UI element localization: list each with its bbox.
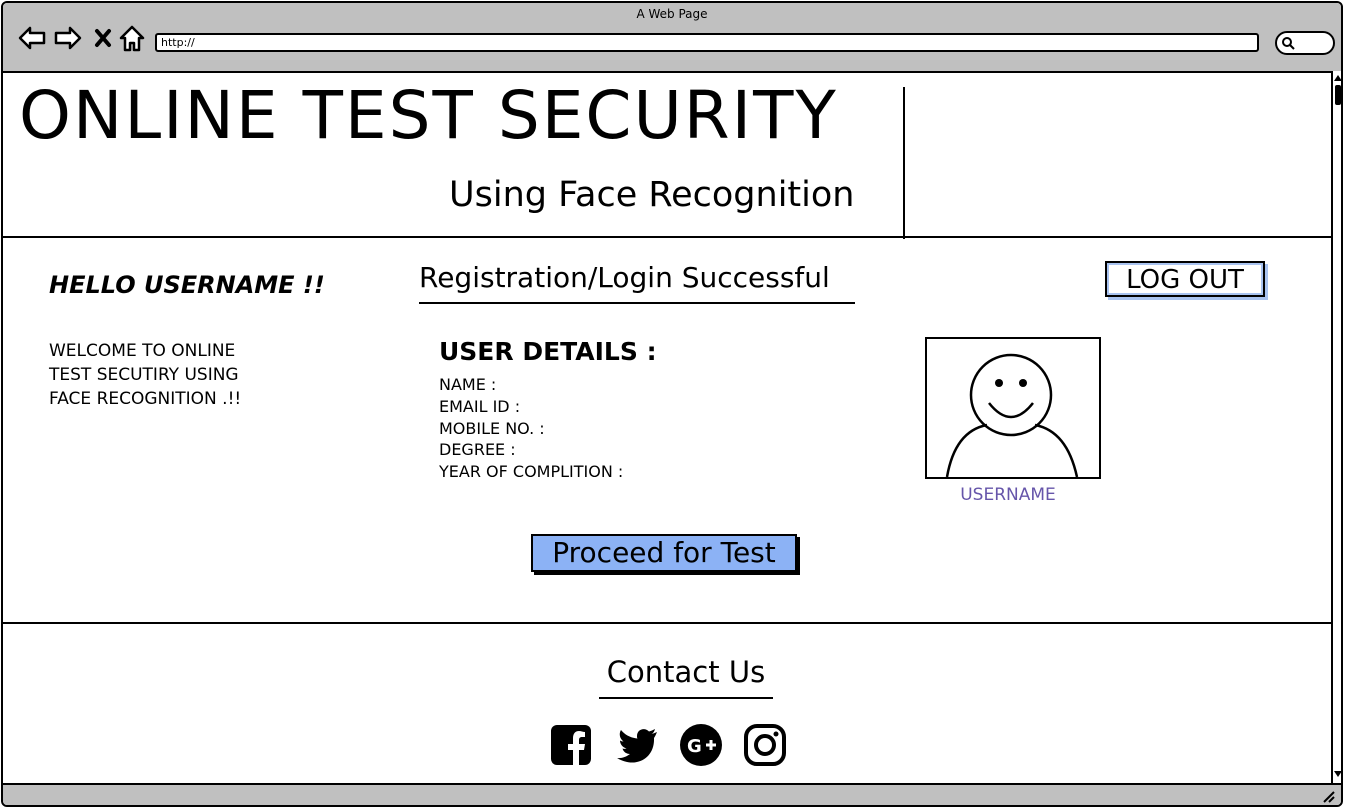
avatar [925,337,1101,479]
field-name: NAME : [439,375,497,394]
home-icon[interactable] [117,23,147,53]
welcome-line: FACE RECOGNITION .!! [49,389,242,409]
user-details-heading: USER DETAILS : [439,337,657,366]
field-year: YEAR OF COMPLITION : [439,462,624,481]
scroll-thumb[interactable] [1335,85,1341,105]
welcome-line: WELCOME TO ONLINE [49,341,236,361]
contact-heading: Contact Us [599,655,773,699]
page-subtitle: Using Face Recognition [449,175,855,215]
page-title: ONLINE TEST SECURITY [19,77,838,154]
window-title: A Web Page [636,7,708,21]
welcome-message: WELCOME TO ONLINE TEST SECUTIRY USING FA… [49,339,299,411]
header-bottom-rule [3,236,1331,238]
browser-chrome: A Web Page http:// [3,3,1341,73]
field-degree: DEGREE : [439,440,516,459]
avatar-username: USERNAME [960,485,1056,505]
welcome-line: TEST SECUTIRY USING [49,365,239,385]
header-divider [903,87,905,239]
url-input[interactable]: http:// [155,33,1259,52]
logout-button[interactable]: LOG OUT [1105,261,1265,297]
status-heading: Registration/Login Successful [419,261,855,304]
scroll-down-arrow-icon[interactable] [1333,769,1343,779]
close-icon[interactable] [89,23,119,53]
back-arrow-icon[interactable] [17,23,47,53]
browser-window: A Web Page http:// ONLINE TEST SECURITY … [1,1,1343,807]
browser-search-box[interactable] [1275,31,1335,55]
user-avatar-icon [945,353,1079,478]
search-icon [1282,37,1295,50]
twitter-icon[interactable] [615,723,659,767]
resize-grip-icon[interactable] [1321,789,1335,803]
field-mobile: MOBILE NO. : [439,419,545,438]
proceed-for-test-button[interactable]: Proceed for Test [531,534,797,572]
instagram-icon[interactable] [743,723,787,767]
status-bar [3,783,1341,805]
svg-text:G: G [687,736,702,757]
greeting: HELLO USERNAME !! [49,271,325,299]
scroll-up-arrow-icon[interactable] [1333,73,1343,83]
footer-top-rule [3,622,1331,624]
facebook-icon[interactable] [549,723,593,767]
field-email: EMAIL ID : [439,397,521,416]
forward-arrow-icon[interactable] [53,23,83,53]
vertical-scrollbar[interactable] [1331,71,1343,783]
page-content: ONLINE TEST SECURITY Using Face Recognit… [3,71,1331,783]
google-plus-icon[interactable]: G [679,723,723,767]
